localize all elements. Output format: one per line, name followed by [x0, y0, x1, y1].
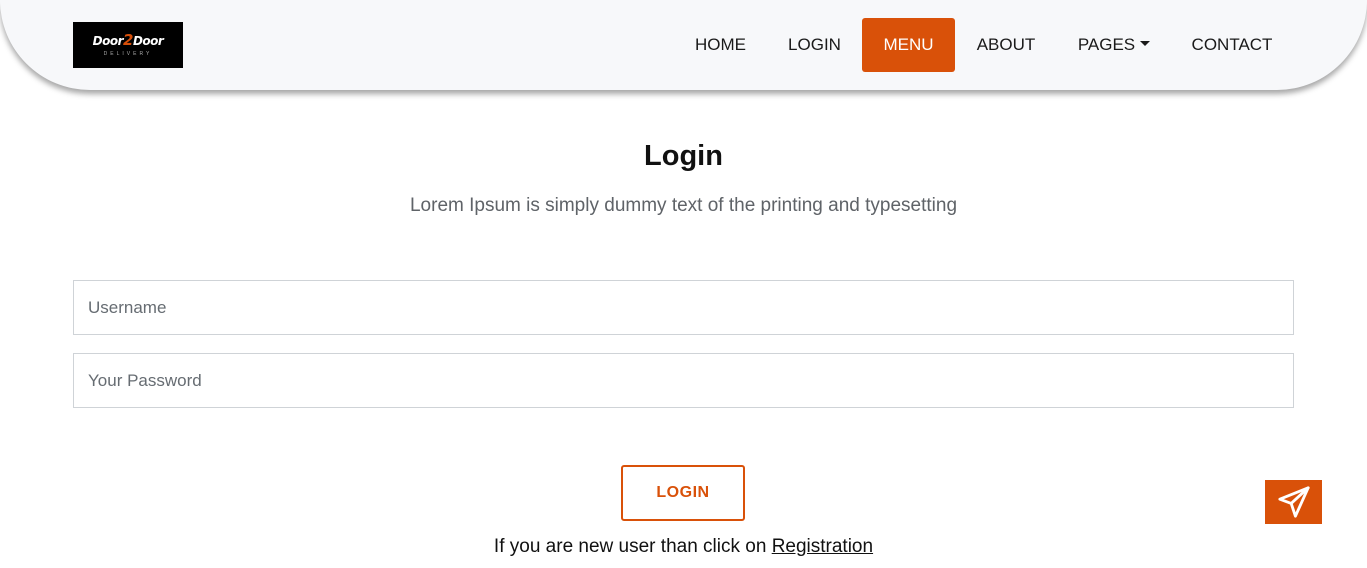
nav-pages-label: PAGES	[1077, 35, 1136, 54]
username-input[interactable]	[73, 280, 1294, 335]
page: Door2Door DELIVERY HOME LOGIN MENU ABOUT…	[0, 0, 1367, 568]
register-prompt-text: If you are new user than click on	[493, 536, 772, 557]
nav-contact[interactable]: CONTACT	[1177, 18, 1287, 72]
registration-link[interactable]: Registration	[772, 536, 873, 557]
site-header: Door2Door DELIVERY HOME LOGIN MENU ABOUT…	[0, 0, 1367, 90]
page-title: Login	[644, 140, 723, 172]
paper-plane-icon	[1277, 486, 1310, 518]
main-nav: HOME LOGIN MENU ABOUT PAGES CONTACT	[0, 18, 1367, 72]
register-prompt: If you are new user than click on Regist…	[0, 536, 1367, 558]
nav-home[interactable]: HOME	[677, 18, 764, 72]
nav-about[interactable]: ABOUT	[963, 18, 1049, 72]
password-input[interactable]	[73, 353, 1294, 408]
page-subtitle: Lorem Ipsum is simply dummy text of the …	[409, 195, 958, 216]
nav-menu[interactable]: MENU	[862, 18, 955, 72]
caret-down-icon	[1140, 40, 1151, 46]
send-button[interactable]	[1265, 480, 1322, 524]
login-button[interactable]: LOGIN	[621, 465, 745, 521]
nav-login[interactable]: LOGIN	[776, 18, 853, 72]
nav-pages[interactable]: PAGES	[1064, 18, 1164, 72]
